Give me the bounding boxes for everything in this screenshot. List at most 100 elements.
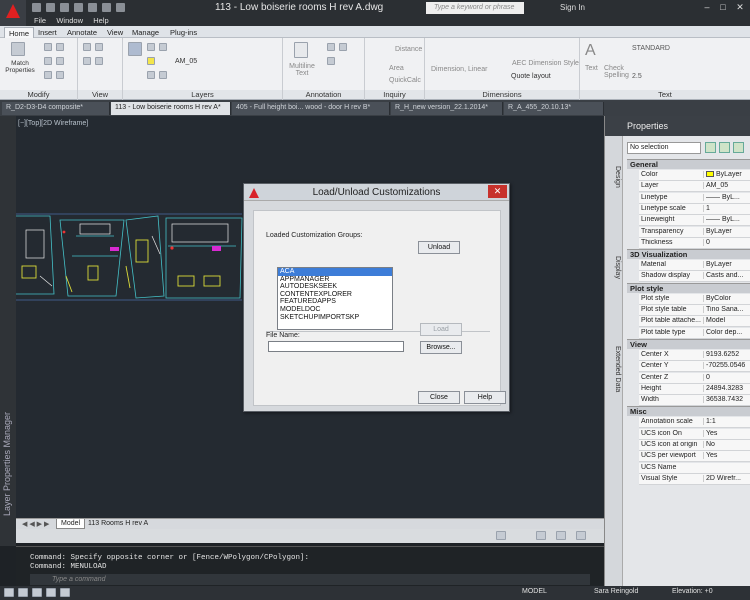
tab-annotate[interactable]: Annotate — [63, 27, 101, 38]
property-value[interactable]: Yes — [703, 452, 749, 460]
tab-layout[interactable]: 113 Rooms H rev A — [84, 519, 152, 529]
doc-tab-1[interactable]: R_D2-D3-D4 composite* — [2, 102, 110, 115]
aec-dimension-style-tool[interactable]: AEC Dimension Style — [512, 60, 579, 67]
unload-button[interactable]: Unload — [418, 241, 460, 254]
property-row[interactable]: Center Z 0 — [639, 372, 750, 384]
tab-view[interactable]: View — [103, 27, 127, 38]
property-value[interactable]: Casts and... — [703, 272, 749, 280]
osnap-icon[interactable] — [60, 588, 70, 597]
property-value[interactable]: ByColor — [703, 294, 749, 302]
orbit-icon[interactable] — [83, 57, 91, 65]
layer-freeze-icon[interactable] — [147, 71, 155, 79]
copy-icon[interactable] — [44, 57, 52, 65]
panel-label-modify[interactable]: Modify — [0, 90, 77, 99]
file-name-input[interactable] — [268, 341, 404, 352]
move-icon[interactable] — [44, 43, 52, 51]
property-row[interactable]: Linetype —— ByL... — [639, 192, 750, 204]
property-section-header[interactable]: View — [627, 338, 750, 349]
property-row[interactable]: Transparency ByLayer — [639, 226, 750, 238]
multiline-text-icon[interactable] — [294, 42, 308, 58]
property-row[interactable]: Annotation scale 1:1 — [639, 417, 750, 429]
property-row[interactable]: UCS per viewport Yes — [639, 451, 750, 463]
close-window-button[interactable]: ✕ — [733, 2, 747, 13]
ortho-icon[interactable] — [32, 588, 42, 597]
property-row[interactable]: Center X 9193.6252 — [639, 349, 750, 361]
menu-help[interactable]: Help — [93, 16, 108, 25]
text-icon[interactable]: A — [585, 42, 596, 60]
doc-tab-3[interactable]: 405 - Full height boi... wood - door H r… — [232, 102, 390, 115]
application-menu-button[interactable] — [0, 0, 26, 26]
snap-icon[interactable] — [4, 588, 14, 597]
quick-select-icon[interactable] — [705, 142, 716, 153]
quote-layout-dropdown[interactable]: Quote layout — [511, 73, 551, 80]
maximize-button[interactable]: □ — [716, 2, 730, 13]
tab-plug-ins[interactable]: Plug-ins — [166, 27, 201, 38]
property-value[interactable]: No — [703, 441, 749, 448]
pan-icon[interactable] — [83, 43, 91, 51]
property-value[interactable]: 36538.7432 — [703, 396, 749, 404]
customization-group-item[interactable]: CONTENTEXPLORER — [278, 291, 392, 299]
save-icon[interactable] — [60, 3, 69, 12]
text-style-dropdown[interactable]: STANDARD — [632, 45, 670, 52]
redo-icon[interactable] — [102, 3, 111, 12]
layer-state-icon[interactable] — [147, 43, 155, 51]
menu-file[interactable]: File — [34, 16, 46, 25]
open-file-icon[interactable] — [46, 3, 55, 12]
property-row[interactable]: Plot table type Color dep... — [639, 327, 750, 339]
customization-group-item[interactable]: FEATUREDAPPS — [278, 298, 392, 306]
property-value[interactable]: AM_05 — [703, 182, 749, 190]
property-value[interactable]: 9193.6252 — [703, 350, 749, 358]
check-spelling-tool[interactable]: Check Spelling — [604, 65, 634, 79]
workspace-switch-icon[interactable] — [556, 531, 566, 540]
property-row[interactable]: Thickness 0 — [639, 237, 750, 249]
tab-model[interactable]: Model — [56, 519, 86, 529]
tab-manage[interactable]: Manage — [128, 27, 163, 38]
panel-label-inquiry[interactable]: Inquiry — [365, 90, 424, 99]
layer-properties-manager-palette[interactable]: Layer Properties Manager — [0, 116, 16, 546]
customization-group-item[interactable]: AUTODESKSEEK — [278, 283, 392, 291]
property-value[interactable]: Yes — [703, 429, 749, 437]
property-row[interactable]: Height 24894.3283 — [639, 383, 750, 395]
search-input[interactable]: Type a keyword or phrase — [426, 2, 524, 14]
current-layer-dropdown[interactable]: AM_05 — [175, 58, 197, 65]
close-button[interactable]: Close — [418, 391, 460, 404]
sign-in-link[interactable]: Sign In — [560, 3, 585, 12]
property-row[interactable]: Plot style ByColor — [639, 293, 750, 305]
save-as-icon[interactable] — [74, 3, 83, 12]
property-value[interactable]: ByLayer — [703, 227, 749, 235]
grid-icon[interactable] — [18, 588, 28, 597]
property-row[interactable]: Shadow display Casts and... — [639, 271, 750, 283]
property-section-header[interactable]: Misc — [627, 406, 750, 417]
area-tool[interactable]: Area — [389, 65, 404, 72]
property-row[interactable]: Lineweight —— ByL... — [639, 215, 750, 227]
workspace-icon[interactable] — [116, 3, 125, 12]
property-section-header[interactable]: General — [627, 159, 750, 169]
property-value[interactable]: 0 — [703, 373, 749, 381]
rotate-icon[interactable] — [56, 43, 64, 51]
customization-group-item[interactable]: SKETCHUPIMPORTSKP — [278, 314, 392, 322]
doc-tab-5[interactable]: R_A_455_20.10.13* — [504, 102, 604, 115]
dimension-icon[interactable] — [327, 43, 335, 51]
property-row[interactable]: UCS Name — [639, 462, 750, 474]
property-value[interactable]: —— ByL... — [703, 216, 749, 224]
customization-group-item[interactable]: APPMANAGER — [278, 276, 392, 284]
tab-home[interactable]: Home — [4, 27, 35, 38]
minimize-button[interactable]: – — [700, 2, 714, 13]
tab-design[interactable]: Design — [614, 166, 621, 188]
property-value[interactable]: —— ByL... — [703, 193, 749, 201]
model-space-toggle[interactable]: MODEL — [522, 588, 547, 595]
property-section-header[interactable]: Plot style — [627, 282, 750, 293]
tab-display[interactable]: Display — [614, 256, 621, 279]
distance-tool[interactable]: Distance — [395, 46, 422, 53]
auto-scale-icon[interactable] — [536, 531, 546, 540]
pickadd-toggle-icon[interactable] — [733, 142, 744, 153]
panel-label-view[interactable]: View — [78, 90, 122, 99]
property-row[interactable]: UCS icon at origin No — [639, 440, 750, 451]
dialog-title[interactable]: Load/Unload Customizations — [244, 184, 509, 201]
lock-ui-icon[interactable] — [576, 531, 586, 540]
zoom-icon[interactable] — [95, 43, 103, 51]
customization-group-item[interactable]: ACA — [278, 268, 392, 276]
customization-group-item[interactable]: MODELDOC — [278, 306, 392, 314]
property-row[interactable]: Width 36538.7432 — [639, 395, 750, 407]
property-value[interactable]: Tino Sana... — [703, 306, 749, 313]
